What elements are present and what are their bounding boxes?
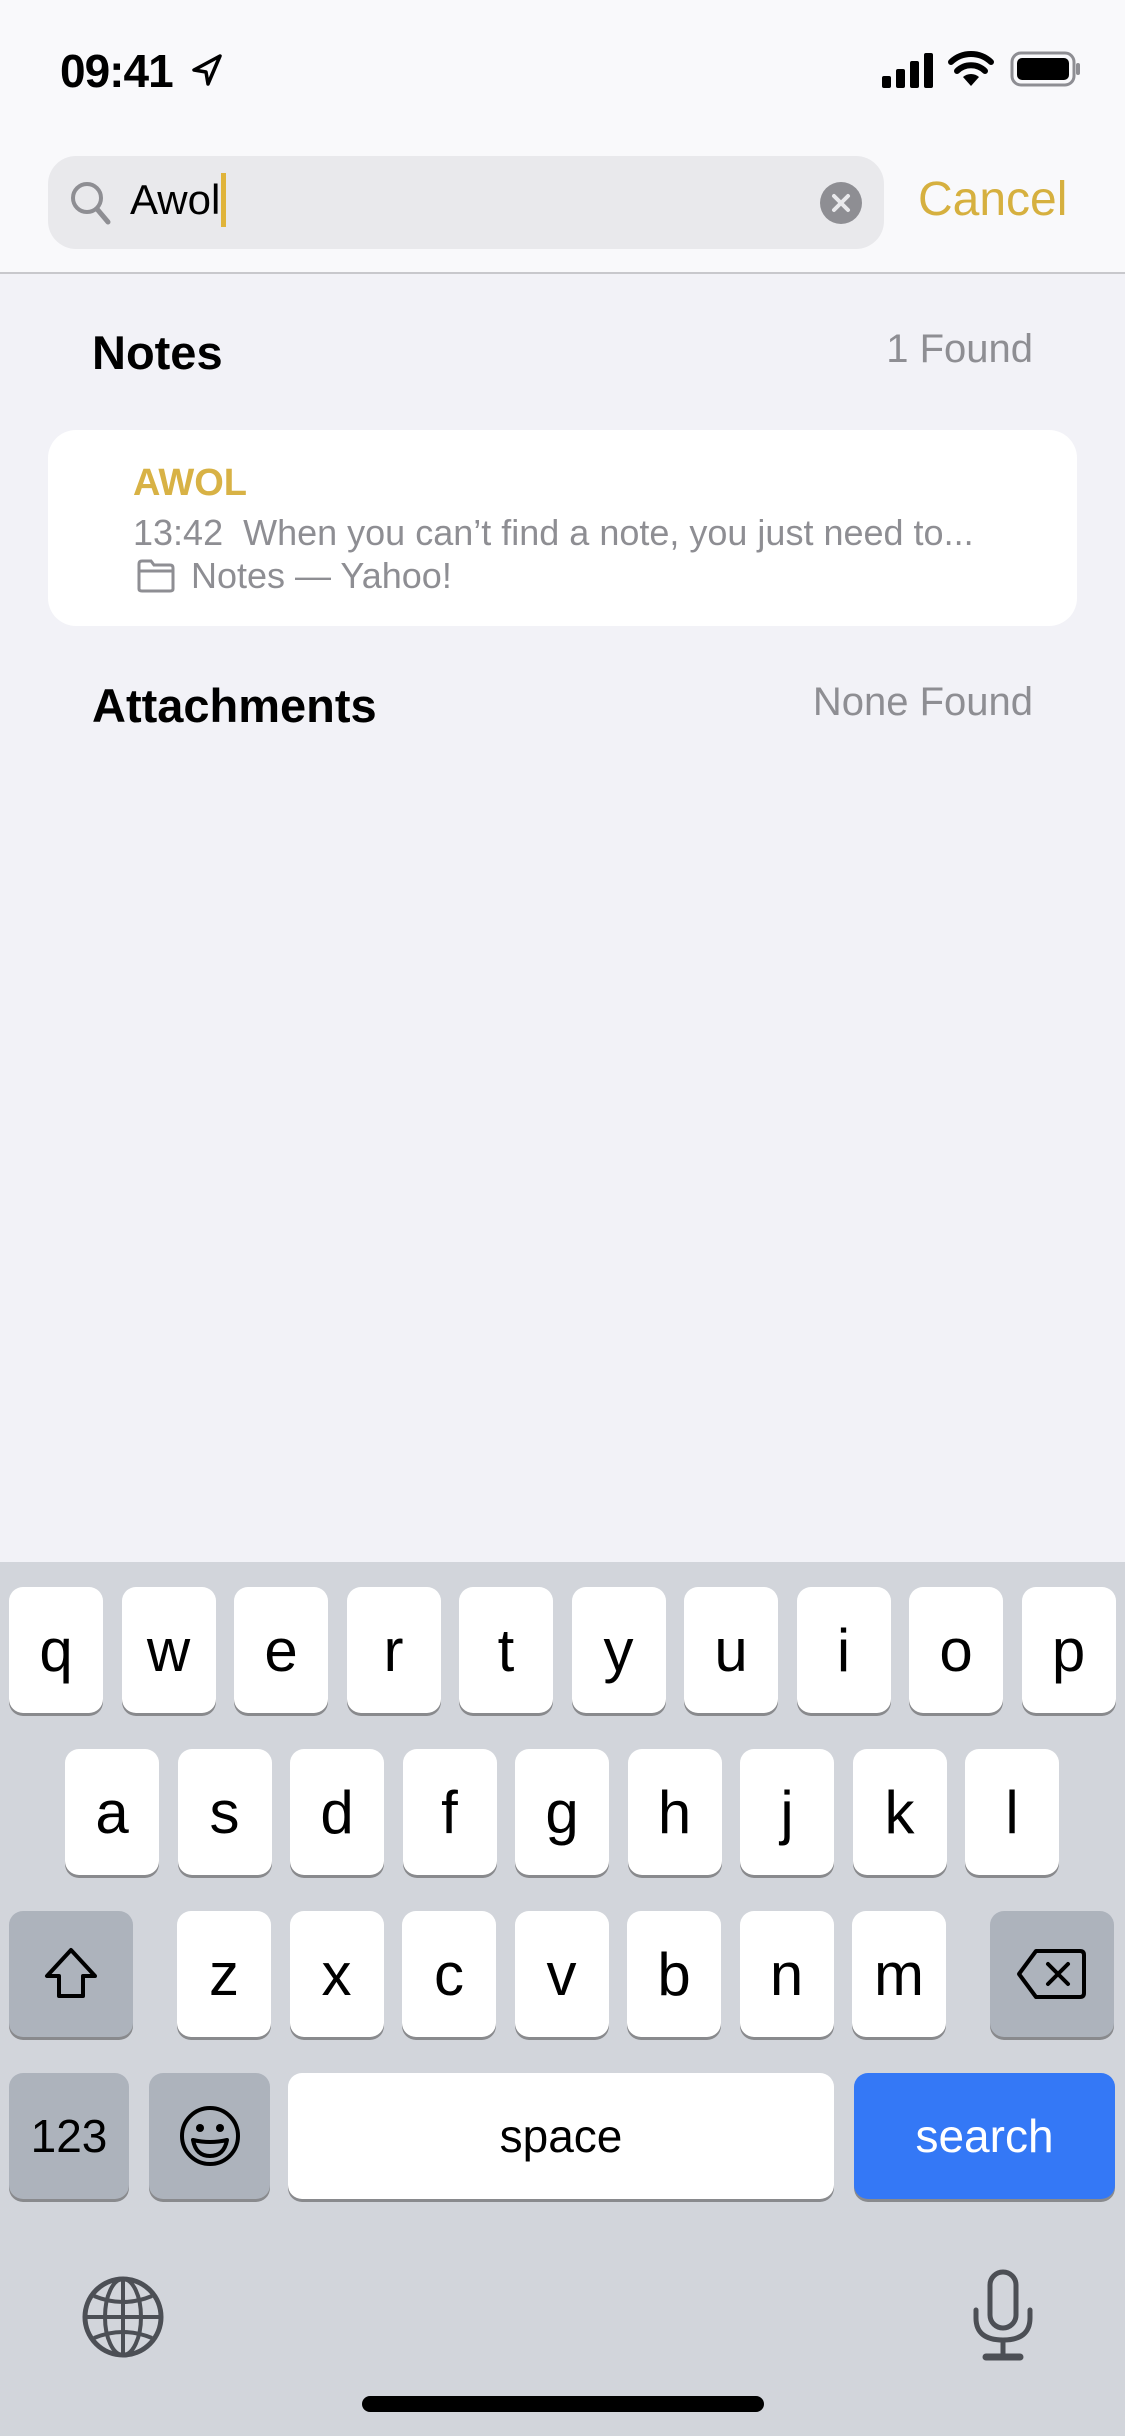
note-snippet-text: When you can’t find a note, you just nee… (243, 512, 974, 553)
key-v[interactable]: v (514, 1911, 609, 2037)
search-icon (71, 182, 111, 225)
key-x[interactable]: x (289, 1911, 384, 2037)
key-e[interactable]: e (234, 1587, 328, 1713)
microphone-icon[interactable] (970, 2268, 1036, 2364)
key-s[interactable]: s (177, 1749, 272, 1875)
key-c[interactable]: c (402, 1911, 496, 2037)
shift-icon (45, 1948, 97, 1998)
key-q[interactable]: q (9, 1587, 103, 1713)
key-m[interactable]: m (852, 1911, 946, 2037)
search-query-text: Awol (130, 176, 221, 223)
key-f[interactable]: f (402, 1749, 497, 1875)
note-preview: 13:42 When you can’t find a note, you ju… (133, 512, 974, 554)
key-h[interactable]: h (627, 1749, 722, 1875)
key-j[interactable]: j (740, 1749, 834, 1875)
wifi-icon (948, 51, 994, 86)
status-time: 09:41 (60, 45, 174, 97)
folder-icon (137, 559, 175, 593)
cancel-button[interactable]: Cancel (918, 172, 1067, 227)
location-arrow-icon (192, 54, 222, 86)
notes-section-title: Notes (92, 326, 223, 379)
notes-result-count: 1 Found (886, 327, 1033, 371)
key-p[interactable]: p (1021, 1587, 1116, 1713)
key-n[interactable]: n (739, 1911, 834, 2037)
home-indicator[interactable] (362, 2396, 764, 2412)
emoji-icon (179, 2106, 240, 2166)
shift-key[interactable] (9, 1911, 133, 2037)
cellular-signal-icon (882, 53, 933, 88)
key-w[interactable]: w (121, 1587, 216, 1713)
key-g[interactable]: g (515, 1749, 609, 1875)
delete-icon (1017, 1949, 1086, 1999)
key-r[interactable]: r (346, 1587, 441, 1713)
attachments-result-count: None Found (812, 680, 1033, 724)
text-caret (221, 172, 227, 227)
clear-search-button[interactable] (820, 182, 862, 224)
note-folder: Notes — Yahoo! (191, 555, 452, 596)
key-a[interactable]: a (65, 1749, 159, 1875)
numbers-key[interactable]: 123 (9, 2073, 129, 2199)
search-key[interactable]: search (854, 2073, 1115, 2199)
key-k[interactable]: k (852, 1749, 947, 1875)
key-d[interactable]: d (290, 1749, 384, 1875)
globe-icon[interactable] (80, 2274, 166, 2360)
battery-icon (1010, 51, 1080, 87)
backspace-key[interactable] (990, 1911, 1114, 2037)
key-u[interactable]: u (684, 1587, 778, 1713)
key-z[interactable]: z (177, 1911, 271, 2037)
clear-icon (832, 194, 850, 212)
note-time: 13:42 (133, 512, 224, 553)
key-b[interactable]: b (627, 1911, 721, 2037)
search-query[interactable]: Awol (130, 172, 227, 227)
emoji-key[interactable] (149, 2073, 270, 2199)
attachments-section-title: Attachments (92, 679, 377, 732)
key-l[interactable]: l (965, 1749, 1059, 1875)
key-i[interactable]: i (796, 1587, 891, 1713)
key-y[interactable]: y (571, 1587, 666, 1713)
key-t[interactable]: t (459, 1587, 553, 1713)
space-key[interactable]: space (288, 2073, 834, 2199)
keyboard: qwertyuiop asdfghjkl zxcvbnm 123 space s… (0, 1562, 1125, 2436)
key-o[interactable]: o (909, 1587, 1003, 1713)
note-title: AWOL (133, 462, 247, 504)
